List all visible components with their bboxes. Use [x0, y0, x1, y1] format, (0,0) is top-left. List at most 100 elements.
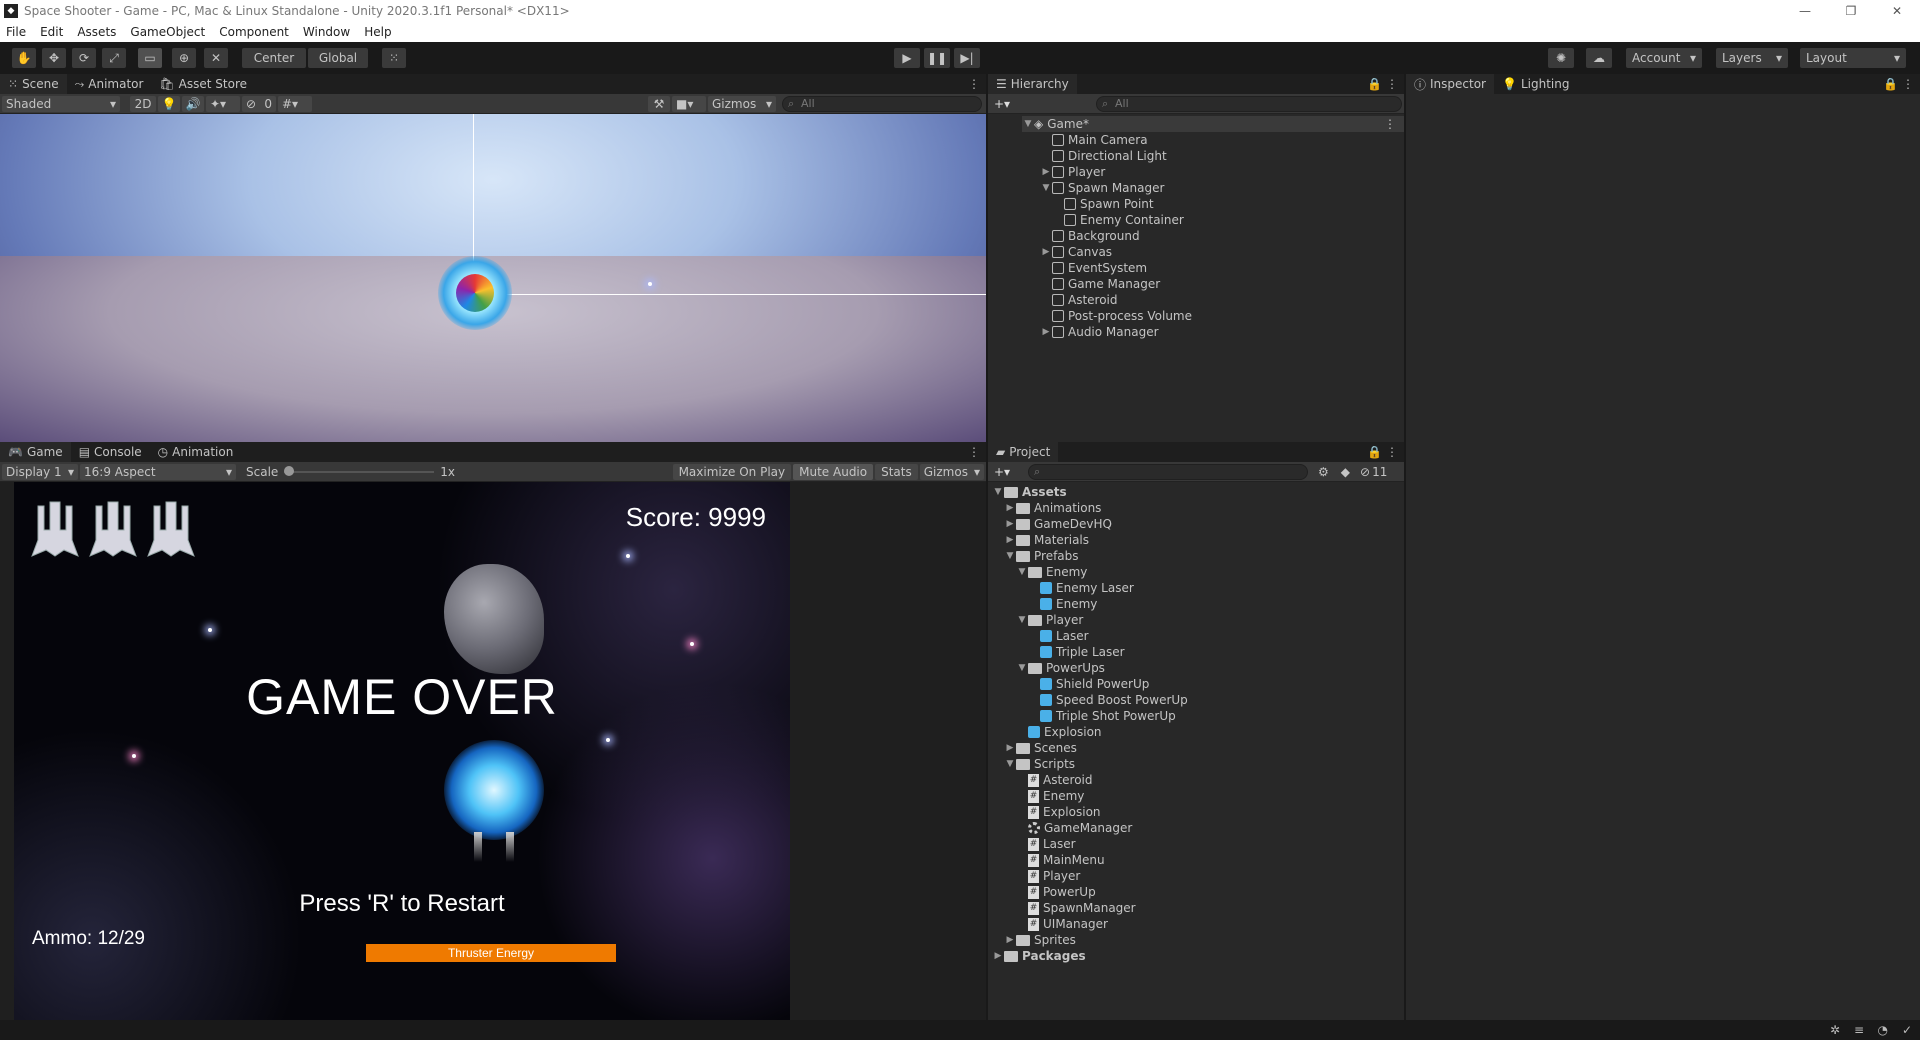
- bug-icon[interactable]: ✲: [1830, 1023, 1840, 1037]
- project-item[interactable]: ▶ Materials: [1004, 532, 1089, 548]
- tab-scene[interactable]: ⁙ Scene: [0, 74, 67, 94]
- lock-icon[interactable]: 🔒: [1367, 445, 1382, 459]
- scene-root-row[interactable]: ▼ ◈ Game* ⋮: [1022, 116, 1404, 132]
- lighting-toggle-icon[interactable]: 💡: [158, 95, 180, 112]
- expand-arrow-icon[interactable]: ▶: [1040, 247, 1052, 257]
- tab-inspector[interactable]: ⓘ Inspector: [1406, 74, 1494, 94]
- menu-file[interactable]: File: [6, 25, 26, 39]
- scene-gizmos-dropdown[interactable]: Gizmos ▾: [708, 95, 776, 112]
- hierarchy-item[interactable]: Background: [1040, 228, 1140, 244]
- expand-arrow-icon[interactable]: ▼: [1016, 567, 1028, 577]
- progress-icon[interactable]: ◔: [1878, 1023, 1888, 1037]
- project-item[interactable]: # Explosion: [1016, 804, 1101, 820]
- slider-thumb[interactable]: [284, 465, 295, 476]
- audio-toggle-icon[interactable]: 🔊: [182, 95, 204, 112]
- hierarchy-item[interactable]: ▶ Player: [1040, 164, 1106, 180]
- project-item[interactable]: Speed Boost PowerUp: [1028, 692, 1188, 708]
- hierarchy-item[interactable]: Enemy Container: [1052, 212, 1184, 228]
- project-item[interactable]: # Laser: [1016, 836, 1076, 852]
- tools-icon[interactable]: ⚒: [648, 95, 670, 112]
- project-item[interactable]: ▼ Scripts: [1004, 756, 1076, 772]
- kebab-menu-icon[interactable]: ⋮: [1902, 77, 1914, 91]
- project-item[interactable]: ▼ PowerUps: [1016, 660, 1105, 676]
- hierarchy-item[interactable]: Spawn Point: [1052, 196, 1154, 212]
- expand-arrow-icon[interactable]: ▶: [1040, 327, 1052, 337]
- menu-edit[interactable]: Edit: [40, 25, 63, 39]
- tab-animator[interactable]: ⤳ Animator: [67, 74, 152, 94]
- menu-component[interactable]: Component: [219, 25, 289, 39]
- project-item[interactable]: GameManager: [1016, 820, 1132, 836]
- add-dropdown-icon[interactable]: +▾: [994, 465, 1020, 479]
- grid-snap-icon[interactable]: ⁙: [382, 48, 406, 68]
- layout-dropdown[interactable]: Layout ▾: [1800, 48, 1906, 68]
- project-item[interactable]: # PowerUp: [1016, 884, 1096, 900]
- project-item[interactable]: Triple Shot PowerUp: [1028, 708, 1176, 724]
- hierarchy-search-input[interactable]: ⌕ All: [1096, 95, 1402, 112]
- expand-arrow-icon[interactable]: ▶: [1040, 167, 1052, 177]
- 2d-toggle[interactable]: 2D: [130, 95, 156, 112]
- lock-icon[interactable]: 🔒: [1883, 77, 1898, 91]
- step-button[interactable]: ▶|: [954, 48, 980, 68]
- kebab-menu-icon[interactable]: ⋮: [1386, 445, 1398, 459]
- project-item[interactable]: ▶ Scenes: [1004, 740, 1077, 756]
- project-item[interactable]: Enemy: [1028, 596, 1097, 612]
- minimize-button[interactable]: —: [1782, 0, 1828, 22]
- scale-tool-icon[interactable]: ⤢: [102, 48, 126, 68]
- expand-arrow-icon[interactable]: ▶: [1004, 935, 1016, 945]
- kebab-menu-icon[interactable]: ⋮: [1386, 77, 1398, 91]
- tab-hierarchy[interactable]: ☰ Hierarchy: [988, 74, 1077, 94]
- maximize-on-play-toggle[interactable]: Maximize On Play: [672, 463, 792, 480]
- scene-search-input[interactable]: ⌕ All: [782, 95, 982, 112]
- game-gizmos-dropdown[interactable]: Gizmos ▾: [919, 463, 984, 480]
- project-item[interactable]: ▶ Animations: [1004, 500, 1102, 516]
- filter-by-type-icon[interactable]: ⚙: [1318, 465, 1329, 479]
- project-search-input[interactable]: ⌕: [1028, 463, 1308, 480]
- game-viewport[interactable]: Score: 9999 GAME OVER Press 'R' to Resta…: [14, 482, 790, 1020]
- display-dropdown[interactable]: Display 1 ▾: [2, 463, 78, 480]
- expand-arrow-icon[interactable]: ▶: [1004, 503, 1016, 513]
- layers-dropdown[interactable]: Layers ▾: [1716, 48, 1788, 68]
- play-button[interactable]: ▶: [894, 48, 920, 68]
- tab-asset-store[interactable]: 🛍 Asset Store: [151, 74, 255, 94]
- cloud-icon[interactable]: ☁: [1586, 48, 1612, 68]
- project-item[interactable]: Shield PowerUp: [1028, 676, 1149, 692]
- project-item[interactable]: # MainMenu: [1016, 852, 1105, 868]
- expand-arrow-icon[interactable]: ▼: [1004, 759, 1016, 769]
- add-dropdown-icon[interactable]: +▾: [994, 97, 1020, 111]
- menu-gameobject[interactable]: GameObject: [130, 25, 205, 39]
- rect-tool-icon[interactable]: ▭: [138, 48, 162, 68]
- mute-audio-toggle[interactable]: Mute Audio: [793, 463, 874, 480]
- menu-assets[interactable]: Assets: [77, 25, 116, 39]
- close-button[interactable]: ✕: [1874, 0, 1920, 22]
- cache-icon[interactable]: ≡: [1854, 1023, 1864, 1037]
- account-dropdown[interactable]: Account ▾: [1626, 48, 1702, 68]
- kebab-menu-icon[interactable]: ⋮: [968, 77, 980, 91]
- hierarchy-item[interactable]: Directional Light: [1040, 148, 1167, 164]
- expand-arrow-icon[interactable]: ▼: [992, 487, 1004, 497]
- pivot-center-button[interactable]: Center: [242, 48, 306, 68]
- effects-dropdown-icon[interactable]: ✦▾: [206, 95, 240, 112]
- move-tool-icon[interactable]: ✥: [42, 48, 66, 68]
- collab-icon[interactable]: ✺: [1548, 48, 1574, 68]
- project-item[interactable]: # Enemy: [1016, 788, 1084, 804]
- project-item[interactable]: # SpawnManager: [1016, 900, 1136, 916]
- global-space-button[interactable]: Global: [308, 48, 368, 68]
- project-item[interactable]: # Asteroid: [1016, 772, 1093, 788]
- menu-window[interactable]: Window: [303, 25, 350, 39]
- tab-game[interactable]: 🎮 Game: [0, 442, 71, 462]
- camera-dropdown-icon[interactable]: ■▾: [672, 95, 706, 112]
- filter-by-label-icon[interactable]: ◆: [1341, 465, 1350, 479]
- project-item[interactable]: # Player: [1016, 868, 1080, 884]
- stats-toggle[interactable]: Stats: [875, 463, 918, 480]
- scale-slider[interactable]: [284, 465, 435, 479]
- hierarchy-item[interactable]: Main Camera: [1040, 132, 1148, 148]
- lock-icon[interactable]: 🔒: [1367, 77, 1382, 91]
- project-item[interactable]: ▶ Sprites: [1004, 932, 1076, 948]
- check-icon[interactable]: ✓: [1902, 1023, 1912, 1037]
- project-item[interactable]: ▼ Enemy: [1016, 564, 1088, 580]
- project-item[interactable]: Triple Laser: [1028, 644, 1125, 660]
- expand-arrow-icon[interactable]: ▶: [1004, 743, 1016, 753]
- hidden-packages-toggle[interactable]: ⊘ 11: [1360, 465, 1387, 479]
- visibility-toggle[interactable]: ⊘ 0: [242, 95, 276, 112]
- tab-animation[interactable]: ◷ Animation: [150, 442, 242, 462]
